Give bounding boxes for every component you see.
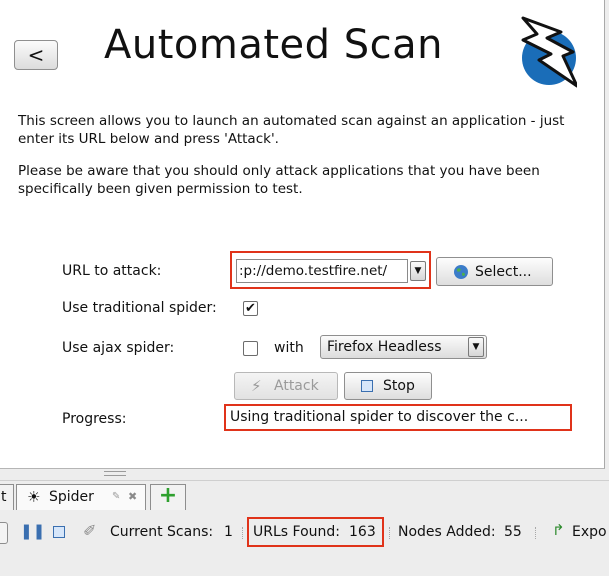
page-title: Automated Scan xyxy=(104,22,443,68)
nodes-added-label: Nodes Added: xyxy=(398,524,496,540)
urls-found-highlight xyxy=(247,517,384,547)
with-label: with xyxy=(274,340,304,356)
separator xyxy=(242,527,245,539)
stop-square-icon xyxy=(361,380,373,392)
pin-icon[interactable]: ✎ xyxy=(112,485,120,509)
stop-icon[interactable] xyxy=(53,526,65,538)
tab-bar: t ☀ Spider ✎ ✖ + xyxy=(0,480,609,514)
add-tab-button[interactable]: + xyxy=(150,484,186,510)
partial-toolbar-button[interactable] xyxy=(0,522,8,544)
dropdown-arrow-icon: ▼ xyxy=(414,266,422,276)
plus-icon: + xyxy=(158,483,178,508)
close-icon[interactable]: ✖ xyxy=(128,485,137,509)
attack-button[interactable]: ⚡ Attack xyxy=(234,372,338,400)
ajax-spider-label: Use ajax spider: xyxy=(62,340,175,356)
intro-paragraph-2: Please be aware that you should only att… xyxy=(18,163,540,197)
traditional-spider-checkbox[interactable]: ✔ xyxy=(243,301,258,316)
current-scans-label: Current Scans: xyxy=(110,524,214,540)
url-dropdown-button[interactable]: ▼ xyxy=(410,261,426,281)
dropdown-arrow-icon: ▼ xyxy=(472,342,480,352)
broom-icon[interactable]: ✐ xyxy=(83,521,96,540)
export-button-label[interactable]: Expo xyxy=(572,524,607,540)
separator xyxy=(389,527,392,539)
intro-paragraph-1: This screen allows you to launch an auto… xyxy=(18,113,565,147)
zap-logo-icon xyxy=(521,16,577,88)
select-button-label: Select... xyxy=(475,264,532,280)
traditional-spider-label: Use traditional spider: xyxy=(62,300,217,316)
tab-partial[interactable]: t xyxy=(0,484,14,510)
progress-label: Progress: xyxy=(62,411,127,427)
url-label: URL to attack: xyxy=(62,263,162,279)
progress-field: Using traditional spider to discover the… xyxy=(224,404,572,431)
browser-select-value: Firefox Headless xyxy=(327,339,442,355)
separator xyxy=(535,527,538,539)
back-button[interactable]: < xyxy=(14,40,58,70)
tab-partial-label: t xyxy=(1,489,7,505)
ajax-spider-checkbox[interactable] xyxy=(243,341,258,356)
attack-button-label: Attack xyxy=(274,378,319,394)
tab-spider-label: Spider xyxy=(49,489,94,505)
select-button[interactable]: Select... xyxy=(436,257,553,286)
nodes-added-value: 55 xyxy=(504,524,522,540)
splitter-handle[interactable] xyxy=(104,471,126,476)
automated-scan-panel: < Automated Scan This screen allows you … xyxy=(0,0,605,469)
pause-icon[interactable]: ❚❚ xyxy=(20,522,45,540)
lightning-icon: ⚡ xyxy=(251,377,262,395)
browser-select[interactable]: Firefox Headless xyxy=(320,335,487,359)
browser-dropdown-button[interactable]: ▼ xyxy=(468,337,484,357)
tab-spider[interactable]: ☀ Spider ✎ ✖ xyxy=(16,484,146,510)
url-input[interactable]: :p://demo.testfire.net/ xyxy=(236,259,408,283)
stop-button-label: Stop xyxy=(383,378,415,394)
stop-button[interactable]: Stop xyxy=(344,372,432,400)
export-arrow-icon: ↱ xyxy=(552,521,565,539)
current-scans-value: 1 xyxy=(224,524,233,540)
globe-icon xyxy=(454,265,468,279)
spider-icon: ☀ xyxy=(27,488,41,506)
checkbox-checked-icon: ✔ xyxy=(245,301,256,316)
